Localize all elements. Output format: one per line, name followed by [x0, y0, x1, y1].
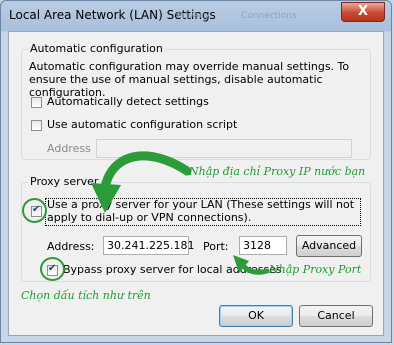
- annotation-enter-port: Nhập Proxy Port: [269, 263, 362, 276]
- ip-arrow: [100, 151, 192, 192]
- annotation-check-boxes: Chọn dấu tích như trên: [21, 289, 151, 302]
- ip-arrow-head: [91, 183, 121, 213]
- lan-settings-dialog: Local Area Network (LAN) Settings Privac…: [0, 0, 392, 343]
- annotation-enter-ip: Nhập địa chỉ Proxy IP nước bạn: [189, 165, 366, 178]
